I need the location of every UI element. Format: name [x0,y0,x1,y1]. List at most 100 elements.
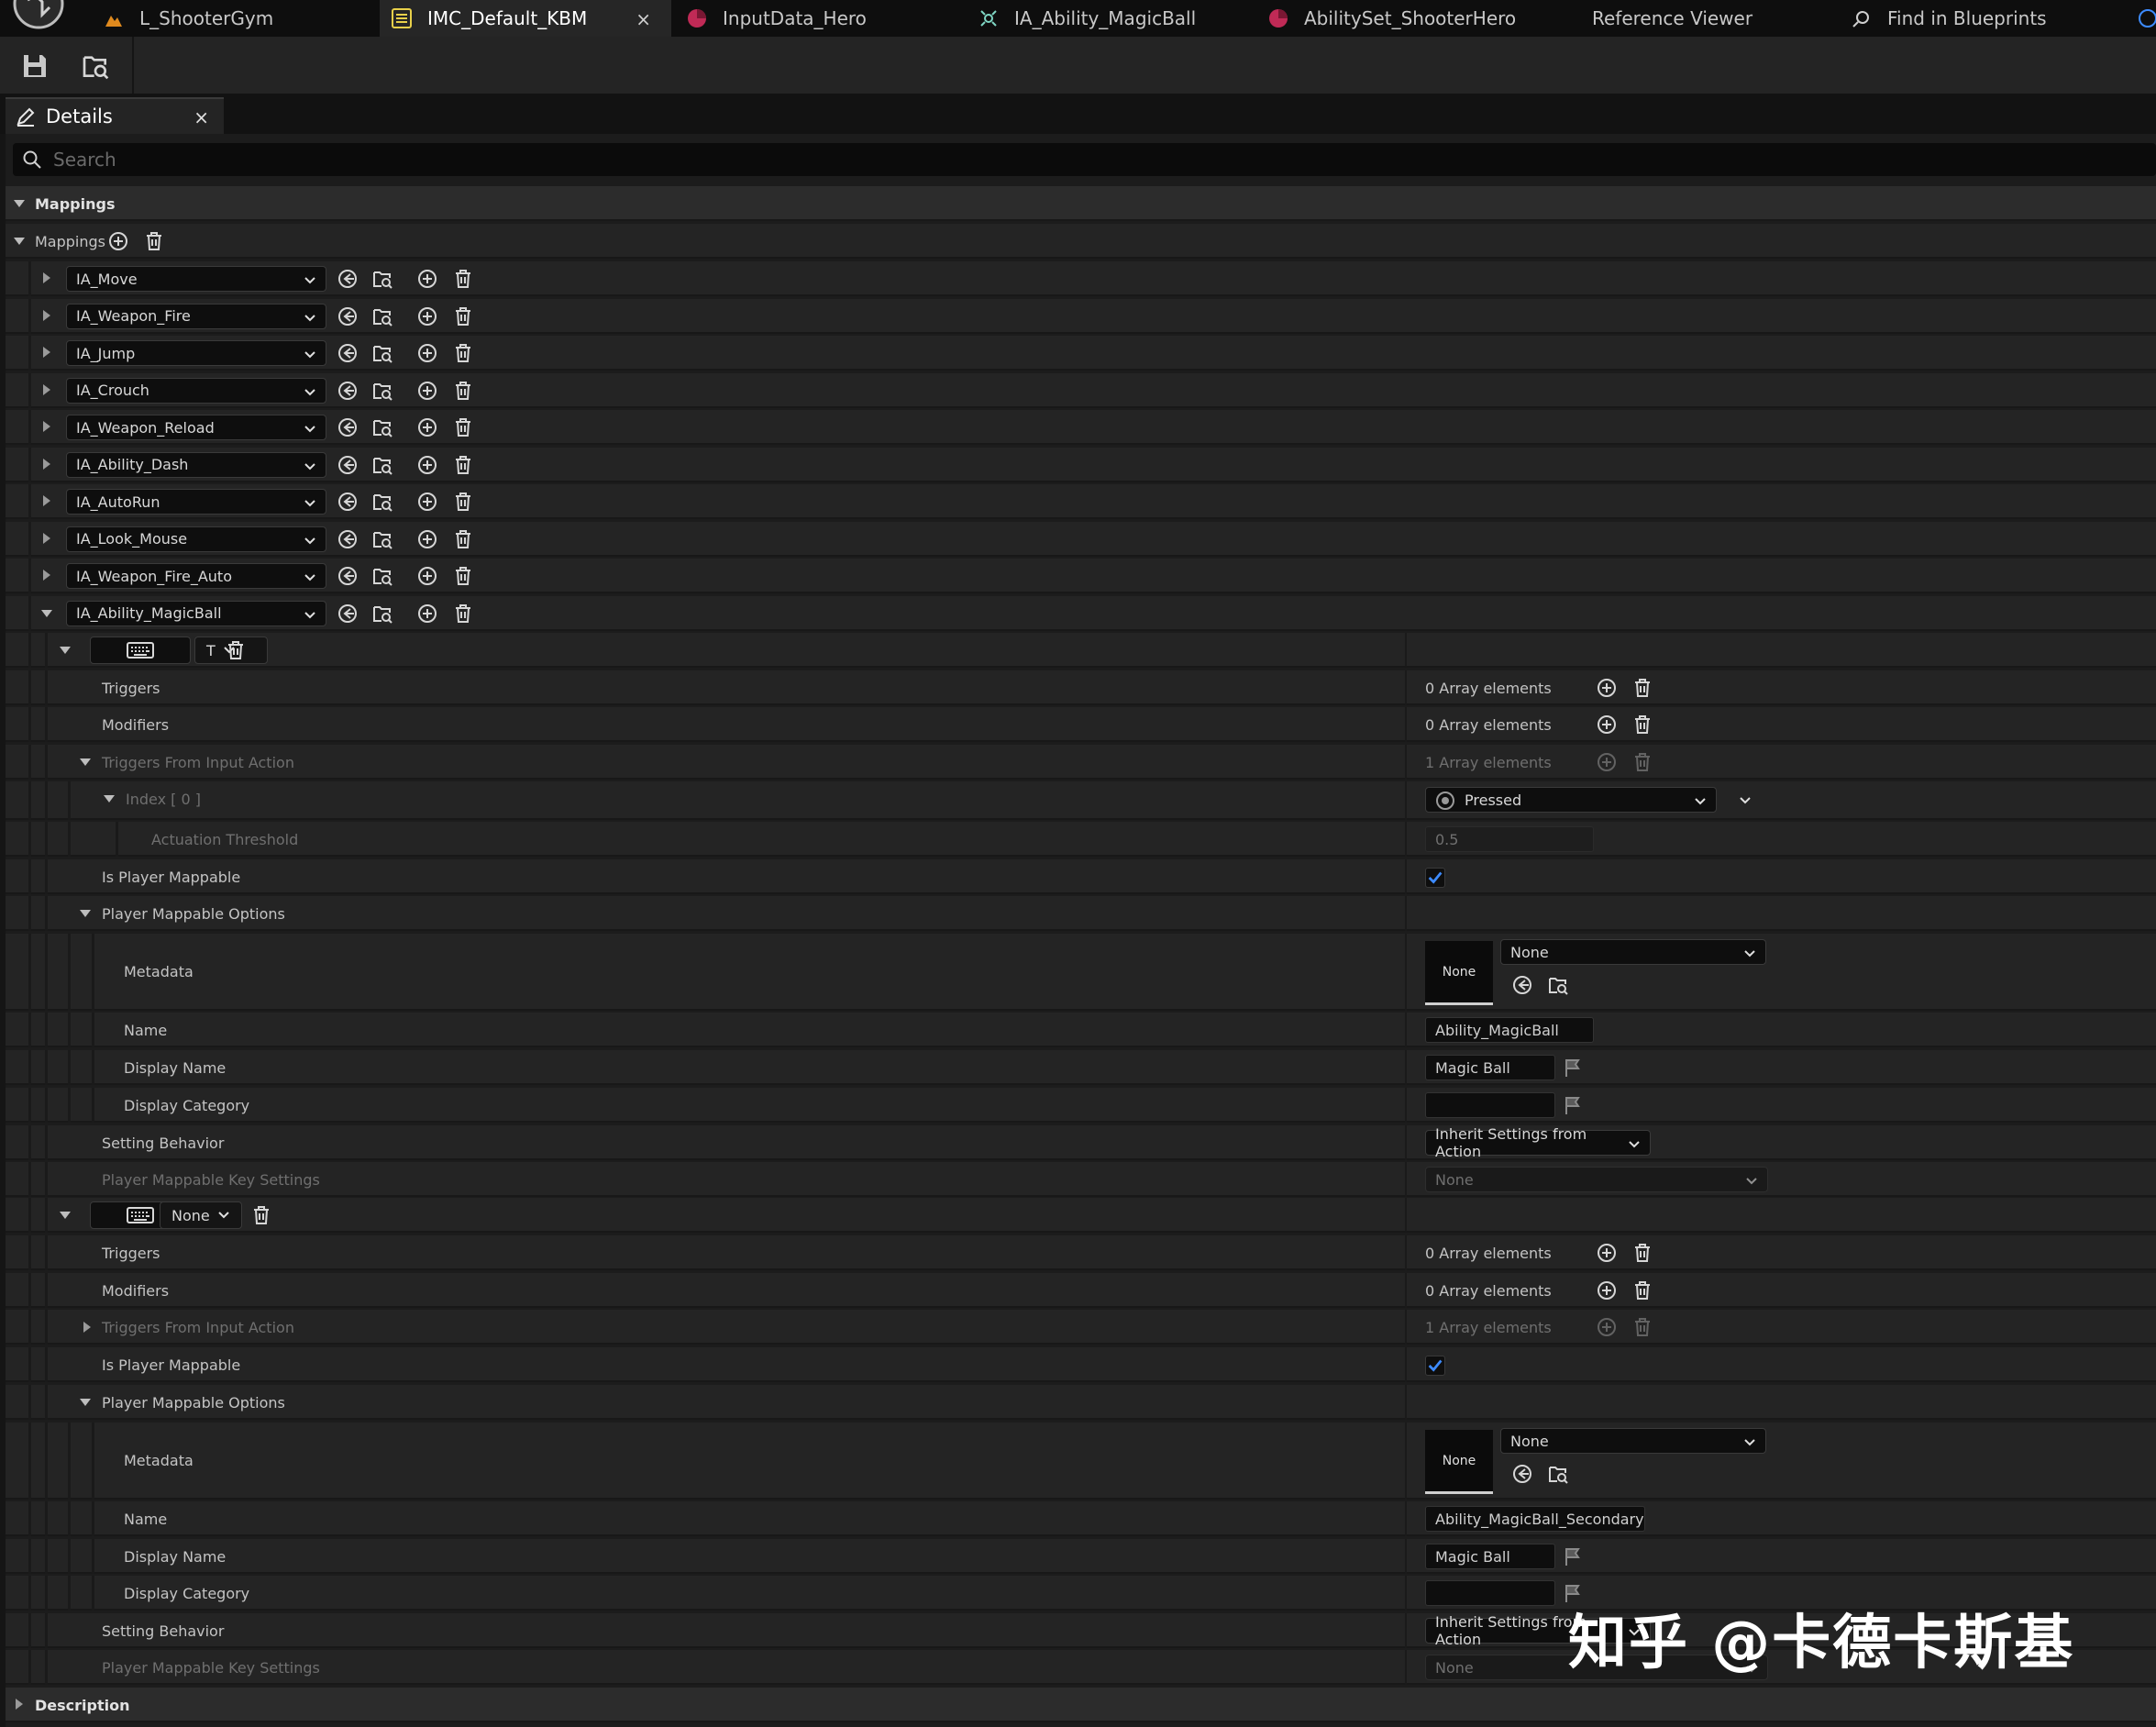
key-selector-button[interactable] [90,637,191,664]
delete-all-icon[interactable] [1631,1242,1653,1264]
column-splitter[interactable] [1405,1013,1407,1047]
unreal-logo[interactable] [6,0,66,35]
insert-icon[interactable] [416,342,438,364]
metadata-thumbnail[interactable]: None [1425,1430,1493,1494]
browse-asset-icon[interactable] [371,454,393,476]
column-splitter[interactable] [1405,822,1407,857]
expand-arrow-icon[interactable] [40,494,53,507]
localization-flag-icon[interactable] [1563,1095,1583,1115]
expand-arrow-icon[interactable] [81,1321,94,1334]
use-selected-asset-icon[interactable] [1511,1463,1533,1485]
insert-icon[interactable] [416,528,438,550]
column-splitter[interactable] [1405,633,1407,666]
input-action-combo[interactable]: IA_Weapon_Fire [66,303,326,329]
delete-icon[interactable] [452,342,474,364]
collapse-arrow-icon[interactable] [13,197,26,210]
insert-icon[interactable] [416,305,438,327]
tab-inputdata-hero[interactable]: InputData_Hero [679,0,954,37]
details-tab[interactable]: Details × [6,97,224,134]
name-field[interactable]: Ability_MagicBall [1425,1017,1594,1043]
add-element-icon[interactable] [1596,677,1618,699]
add-element-icon[interactable] [107,230,129,252]
close-tab-icon[interactable]: × [636,8,651,30]
display-category-field[interactable] [1425,1092,1555,1118]
column-splitter[interactable] [1405,1273,1407,1308]
delete-all-icon[interactable] [1631,677,1653,699]
use-selected-asset-icon[interactable] [337,268,359,290]
category-mappings[interactable]: Mappings [6,186,2156,221]
column-splitter[interactable] [1405,1385,1407,1420]
actuation-threshold-field[interactable]: 0.5 [1425,826,1594,852]
delete-all-icon[interactable] [1631,1279,1653,1301]
browse-asset-icon[interactable] [371,342,393,364]
chevron-down-icon[interactable] [1739,794,1752,807]
expand-arrow-icon[interactable] [40,309,53,322]
collapse-arrow-icon[interactable] [13,235,26,248]
collapse-arrow-icon[interactable] [59,644,72,657]
collapse-arrow-icon[interactable] [79,907,92,920]
expand-arrow-icon[interactable] [13,1698,26,1710]
insert-icon[interactable] [416,416,438,438]
expand-arrow-icon[interactable] [40,346,53,359]
insert-icon[interactable] [416,491,438,513]
insert-icon[interactable] [416,380,438,402]
delete-all-icon[interactable] [1631,714,1653,736]
browse-asset-icon[interactable] [371,416,393,438]
expand-arrow-icon[interactable] [40,532,53,545]
column-splitter[interactable] [1405,1613,1407,1648]
collapse-arrow-icon[interactable] [59,1209,72,1222]
delete-icon[interactable] [452,528,474,550]
delete-all-icon[interactable] [143,230,165,252]
tab-imc-default-kbm[interactable]: IMC_Default_KBM × [380,0,671,37]
column-splitter[interactable] [1405,781,1407,820]
search-input[interactable]: Search [13,143,2156,176]
use-selected-asset-icon[interactable] [337,565,359,587]
browse-asset-button[interactable] [79,50,112,83]
column-splitter[interactable] [1405,1235,1407,1270]
category-description[interactable]: Description [6,1688,2156,1722]
add-element-icon[interactable] [1596,1279,1618,1301]
use-selected-asset-icon[interactable] [337,491,359,513]
delete-icon[interactable] [452,268,474,290]
delete-icon[interactable] [452,491,474,513]
display-name-field[interactable]: Magic Ball [1425,1544,1555,1569]
expand-arrow-icon[interactable] [40,569,53,581]
browse-asset-icon[interactable] [371,268,393,290]
key-combo[interactable]: None [160,1201,242,1229]
browse-asset-icon[interactable] [371,491,393,513]
delete-icon[interactable] [452,603,474,625]
column-splitter[interactable] [1405,1576,1407,1611]
delete-icon[interactable] [250,1204,272,1226]
input-action-combo[interactable]: IA_Ability_Dash [66,451,326,478]
tab-abilityset-shooterhero[interactable]: AbilitySet_ShooterHero [1264,0,1566,37]
delete-icon[interactable] [452,565,474,587]
globe-icon[interactable] [2137,7,2156,29]
column-splitter[interactable] [1405,896,1407,931]
column-splitter[interactable] [1405,1347,1407,1382]
input-action-combo[interactable]: IA_Weapon_Fire_Auto [66,563,326,589]
column-splitter[interactable] [1405,1501,1407,1536]
is-player-mappable-checkbox[interactable] [1425,868,1445,888]
delete-all-icon[interactable] [1631,751,1653,773]
metadata-thumbnail[interactable]: None [1425,941,1493,1005]
collapse-arrow-icon[interactable] [103,792,116,805]
collapse-arrow-icon[interactable] [79,756,92,769]
browse-asset-icon[interactable] [1547,974,1569,996]
use-selected-asset-icon[interactable] [337,305,359,327]
input-action-combo[interactable]: IA_AutoRun [66,489,326,515]
expand-arrow-icon[interactable] [40,458,53,470]
column-splitter[interactable] [1405,745,1407,780]
delete-icon[interactable] [452,380,474,402]
expand-arrow-icon[interactable] [40,383,53,396]
input-action-combo[interactable]: IA_Move [66,266,326,292]
input-action-combo[interactable]: IA_Weapon_Reload [66,415,326,440]
column-splitter[interactable] [1405,1423,1407,1500]
delete-icon[interactable] [452,416,474,438]
column-splitter[interactable] [1405,1088,1407,1123]
input-action-combo[interactable]: IA_Look_Mouse [66,526,326,552]
browse-asset-icon[interactable] [371,603,393,625]
column-splitter[interactable] [1405,1539,1407,1574]
metadata-combo[interactable]: None [1500,1428,1766,1454]
insert-icon[interactable] [416,565,438,587]
browse-asset-icon[interactable] [371,565,393,587]
